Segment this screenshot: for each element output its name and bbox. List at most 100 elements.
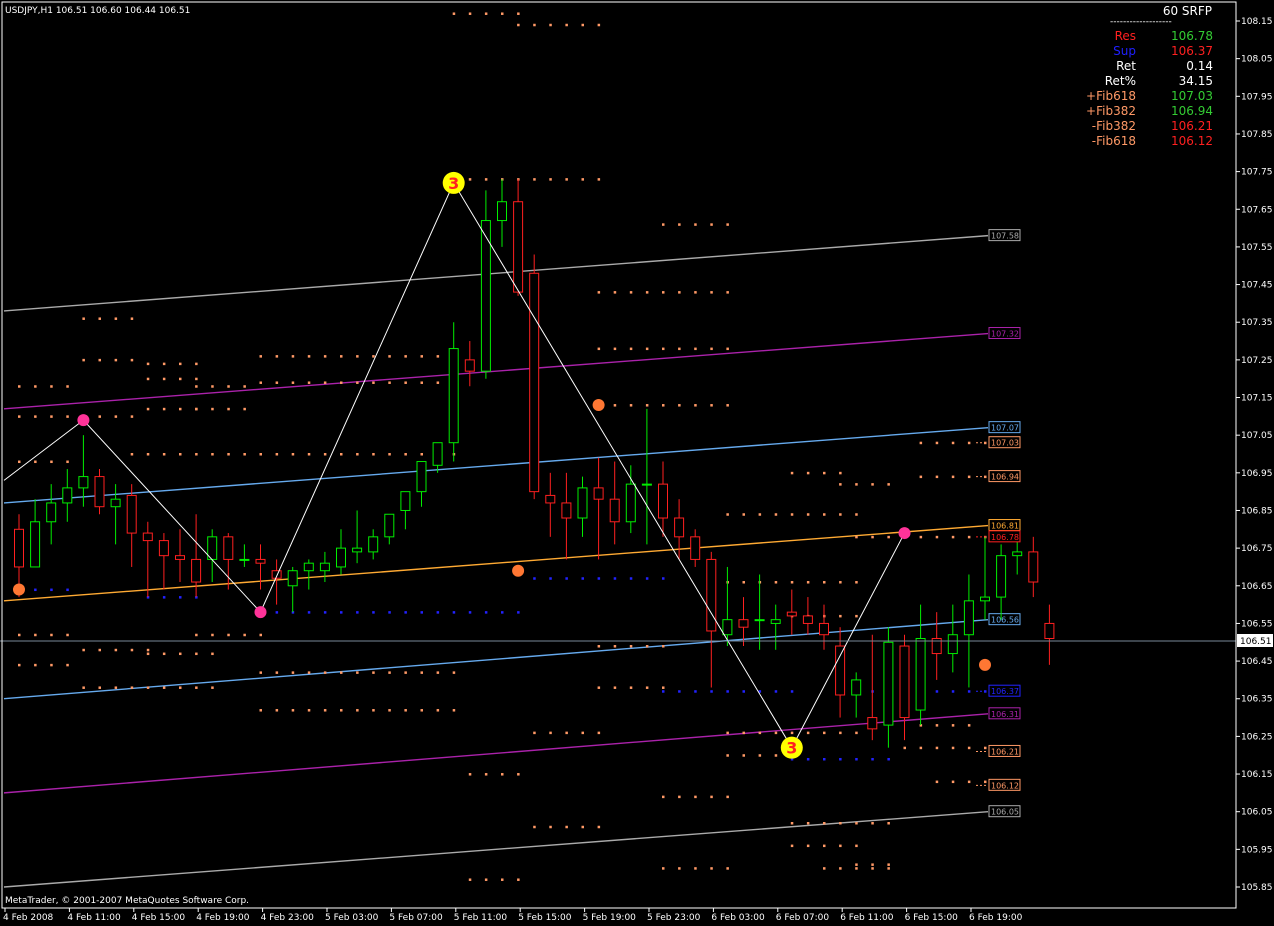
level-dot xyxy=(887,535,890,539)
level-dot xyxy=(50,663,53,667)
level-dot xyxy=(581,825,584,829)
level-dot xyxy=(855,483,858,486)
level-dot xyxy=(146,377,150,381)
level-dot xyxy=(806,844,810,848)
candle-bull xyxy=(368,536,379,553)
level-dot xyxy=(694,291,697,294)
candle-bull xyxy=(287,570,298,587)
level-dot xyxy=(694,867,697,870)
level-dot xyxy=(291,381,295,384)
level-dot xyxy=(662,690,665,693)
level-dot xyxy=(436,611,440,614)
level-dot xyxy=(565,178,568,181)
level-dot xyxy=(565,23,568,27)
level-dot xyxy=(484,773,488,776)
level-dot xyxy=(951,780,955,784)
candle-bull xyxy=(303,562,314,572)
level-dot xyxy=(919,441,923,445)
level-dot xyxy=(678,223,681,226)
pivot-minor xyxy=(592,399,605,412)
level-dot xyxy=(871,757,874,761)
x-tick-label: 5 Feb 11:00 xyxy=(454,913,508,923)
level-dot xyxy=(790,690,794,693)
level-dot xyxy=(259,709,262,712)
level-dot xyxy=(742,754,745,757)
level-dot xyxy=(82,648,85,652)
price-tag: 106.37 xyxy=(991,687,1019,696)
level-dot xyxy=(227,633,230,637)
level-dot xyxy=(388,611,391,614)
level-dot xyxy=(195,633,198,637)
x-tick-label: 5 Feb 23:00 xyxy=(647,913,701,923)
level-dot xyxy=(790,844,794,848)
level-dot xyxy=(130,415,134,418)
level-dot xyxy=(18,663,21,667)
level-dot xyxy=(887,757,890,761)
level-dot xyxy=(951,535,955,539)
level-dot xyxy=(227,407,230,411)
candle-bull xyxy=(400,491,411,511)
level-dot xyxy=(533,23,536,27)
y-tick-label: 108.15 xyxy=(1241,17,1273,27)
level-dot xyxy=(839,844,842,848)
level-dot xyxy=(162,362,166,366)
level-dot xyxy=(678,690,681,693)
pivot-major-label: 3 xyxy=(448,174,459,193)
level-dot xyxy=(581,23,584,27)
level-dot xyxy=(951,441,955,445)
pivot-minor xyxy=(13,583,25,596)
price-chart[interactable]: 107.58 107.32 107.07 106.81 106.56 106.31 106.… xyxy=(0,0,1274,926)
level-dot xyxy=(307,709,311,712)
level-dot xyxy=(597,686,601,689)
candle-bear xyxy=(175,555,185,560)
info-row-label: -Fib618 xyxy=(1092,134,1136,148)
level-dot xyxy=(436,671,440,674)
level-dot xyxy=(98,317,101,320)
level-dot xyxy=(855,821,858,825)
pivot-minor xyxy=(254,606,267,619)
level-dot xyxy=(146,453,150,456)
level-dot xyxy=(887,863,890,866)
level-dot xyxy=(662,291,665,294)
level-dot xyxy=(195,652,198,656)
level-dot xyxy=(629,577,633,580)
level-dot xyxy=(935,690,939,693)
level-dot xyxy=(356,381,359,384)
level-dot xyxy=(645,291,649,294)
candle-bull xyxy=(432,442,443,466)
info-row-value: 0.14 xyxy=(1186,59,1213,73)
level-dot xyxy=(66,588,69,592)
level-dot xyxy=(613,291,617,294)
level-dot xyxy=(839,513,842,516)
info-row-label: -Fib382 xyxy=(1092,119,1136,133)
level-dot xyxy=(66,663,69,667)
level-dot xyxy=(645,404,649,407)
level-dot xyxy=(887,821,890,825)
level-dot xyxy=(662,795,665,799)
level-dot xyxy=(984,780,987,784)
level-dot xyxy=(984,746,987,750)
level-dot xyxy=(726,513,729,516)
level-dot xyxy=(903,746,906,750)
level-dot xyxy=(323,671,327,674)
level-dot xyxy=(356,453,359,456)
level-dot xyxy=(855,535,858,539)
level-dot xyxy=(404,611,407,614)
candle-bear xyxy=(1044,622,1055,639)
current-price-label: 106.51 xyxy=(1240,637,1272,647)
level-dot xyxy=(356,611,359,614)
level-dot xyxy=(742,513,745,516)
level-dot xyxy=(951,475,955,479)
level-dot xyxy=(662,686,665,689)
info-row-value: 106.21 xyxy=(1171,119,1213,133)
level-dot xyxy=(66,633,69,637)
level-dot xyxy=(452,611,456,614)
level-dot xyxy=(18,415,21,418)
channel-label: 107.32 xyxy=(991,330,1019,339)
level-dot xyxy=(678,795,681,799)
x-tick-label: 6 Feb 07:00 xyxy=(776,913,830,923)
candle-bull xyxy=(239,558,250,561)
level-dot xyxy=(34,633,37,637)
candle-bull xyxy=(754,619,765,622)
info-row-label: Ret% xyxy=(1105,74,1136,88)
